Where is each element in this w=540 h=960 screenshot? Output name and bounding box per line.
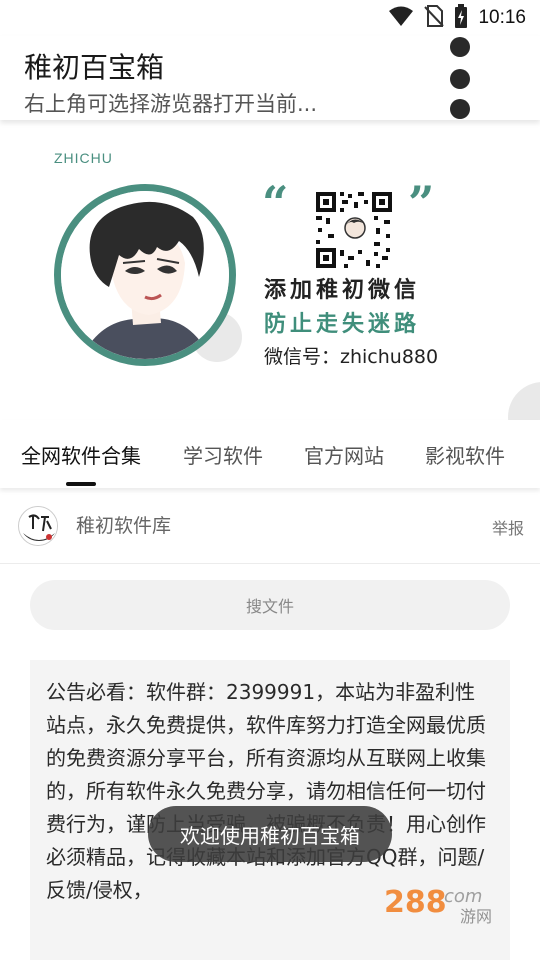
wechat-cta-line1: 添加稚初微信 [264, 278, 421, 303]
more-vert-icon[interactable] [448, 36, 472, 120]
menu-dot [450, 37, 470, 57]
wechat-id: 微信号：zhichu880 [264, 346, 439, 368]
tab-official-sites[interactable]: 官方网站 [284, 420, 404, 488]
tab-label: 影视软件 [425, 443, 505, 468]
svg-text:游网: 游网 [460, 907, 492, 924]
decor-circle [508, 382, 540, 420]
search-file-input[interactable]: 搜文件 [30, 580, 510, 630]
battery-charging-icon [454, 4, 468, 32]
avatar [54, 184, 236, 366]
tab-indicator [66, 482, 96, 486]
status-bar: 10:16 [0, 0, 540, 36]
tab-all-software[interactable]: 全网软件合集 [0, 420, 162, 488]
tab-label: 官方网站 [304, 443, 384, 468]
status-icons: 10:16 [388, 4, 526, 32]
svg-text:288: 288 [384, 885, 447, 920]
tab-label: 全网软件合集 [21, 443, 141, 468]
close-quote: ” [408, 176, 435, 230]
source-name: 稚初软件库 [76, 515, 172, 537]
app-title: 稚初百宝箱 [24, 51, 165, 84]
app-bar: 稚初百宝箱 右上角可选择游览器打开当前... [0, 36, 540, 120]
category-tabs: 全网软件合集 学习软件 官方网站 影视软件 [0, 420, 540, 488]
app-subtitle: 右上角可选择游览器打开当前... [24, 92, 318, 116]
source-header: 稚初软件库 举报 [0, 488, 540, 564]
open-quote: “ [262, 176, 289, 230]
tab-learning-software[interactable]: 学习软件 [162, 420, 284, 488]
svg-text:com: com [444, 886, 482, 907]
menu-dot [450, 69, 470, 89]
promo-banner[interactable]: ZHICHU “ ” 添加稚初微信 防止走失迷路 微信号：zhichu880 [0, 120, 540, 420]
wechat-cta-line2: 防止走失迷路 [264, 312, 421, 337]
brand-label: ZHICHU [54, 150, 113, 166]
tab-label: 学习软件 [183, 443, 263, 468]
site-watermark-logo: 288 com 游网 [382, 880, 522, 926]
wifi-icon [388, 5, 414, 31]
anime-avatar-icon [61, 191, 229, 359]
menu-dot [450, 99, 470, 119]
announcement-text: 公告必看：软件群：2399991，本站为非盈利性站点，永久免费提供，软件库努力打… [46, 680, 486, 902]
zhichu-logo-icon[interactable] [18, 506, 58, 546]
qr-code-icon[interactable] [314, 190, 394, 270]
welcome-toast: 欢迎使用稚初百宝箱 [148, 806, 392, 862]
report-link[interactable]: 举报 [492, 515, 524, 539]
tab-video-software[interactable]: 影视软件 [404, 420, 526, 488]
no-sim-icon [424, 5, 445, 31]
status-time: 10:16 [478, 7, 526, 28]
